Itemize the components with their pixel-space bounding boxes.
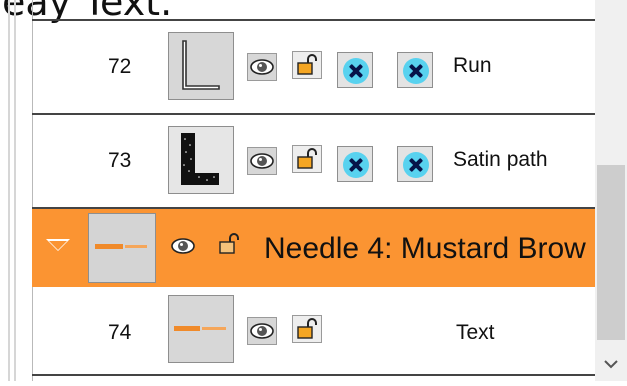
x-circle-icon[interactable] [337,52,373,88]
layer-thumbnail [168,295,234,363]
layer-label: Text [456,321,495,344]
layer-row[interactable]: 73 Satin path [32,113,595,209]
layer-row[interactable]: 72 Run [32,19,595,115]
layer-row[interactable]: 74 Text [32,285,595,381]
layer-number: 72 [108,55,132,78]
unlock-icon[interactable] [292,145,322,173]
x-circle-icon[interactable] [337,146,373,182]
eye-icon[interactable] [247,147,277,175]
unlock-icon[interactable] [292,315,322,343]
vertical-scrollbar[interactable] [595,0,627,381]
tree-indent-guides [8,0,22,381]
unlock-icon[interactable] [292,51,322,79]
needle-group-row[interactable]: Needle 4: Mustard Brow [32,207,595,287]
layer-number: 74 [108,321,132,344]
eye-icon[interactable] [169,233,199,261]
layers-panel: 72 Run 73 Satin path Needle 4: Mustard B… [32,0,595,381]
layer-thumbnail [168,126,234,194]
x-circle-icon[interactable] [397,146,433,182]
chevron-down-icon [604,360,618,369]
layer-label: Run [453,54,492,77]
unlock-icon[interactable] [215,231,245,259]
eye-icon[interactable] [247,317,277,345]
layer-thumbnail [168,32,234,100]
group-label: Needle 4: Mustard Brow [264,232,586,265]
eye-icon[interactable] [247,53,277,81]
scrollbar-thumb[interactable] [597,165,625,340]
layer-label: Satin path [453,148,548,171]
x-circle-icon[interactable] [397,52,433,88]
scroll-down-button[interactable] [595,347,627,381]
layer-number: 73 [108,149,132,172]
group-thumbnail [88,213,156,283]
